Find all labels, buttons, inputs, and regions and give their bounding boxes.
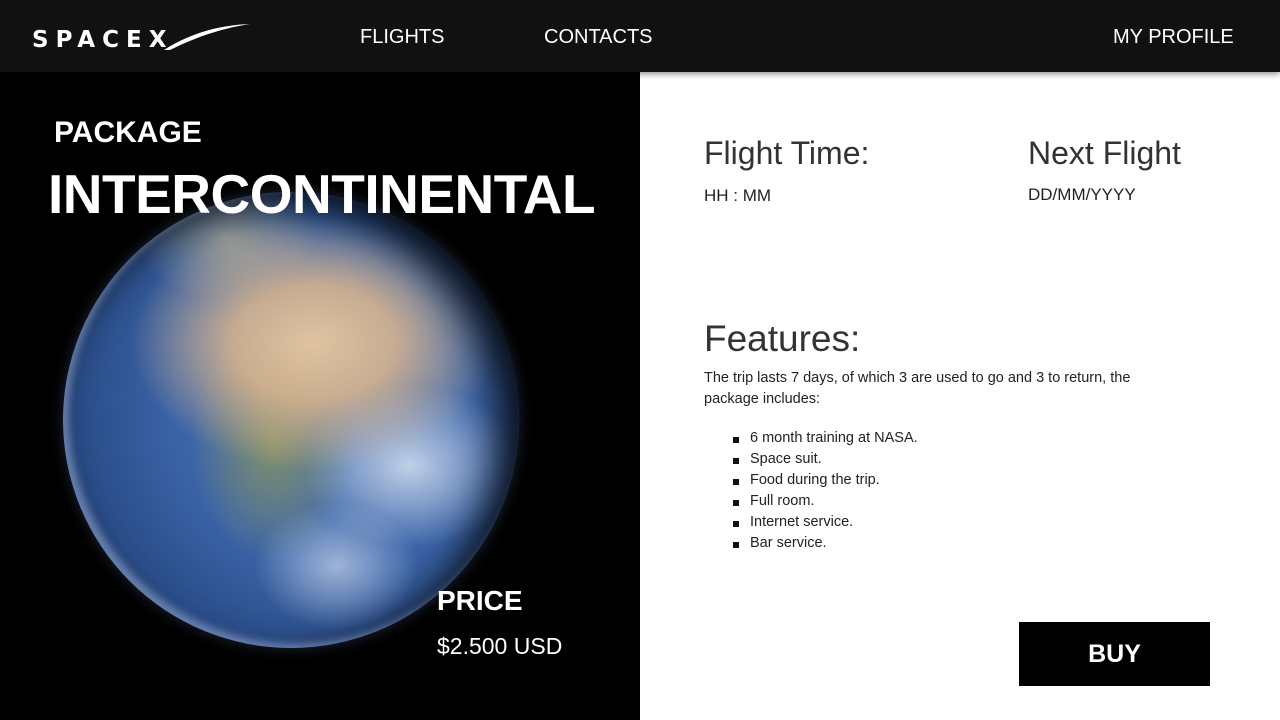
package-details-panel: Flight Time: HH : MM Next Flight DD/MM/Y…: [640, 72, 1280, 720]
price-label: PRICE: [437, 585, 523, 616]
package-hero-panel: PACKAGE INTERCONTINENTAL PRICE $2.500 US…: [0, 72, 640, 720]
flight-time-heading: Flight Time:: [704, 135, 870, 171]
nav-contacts-link[interactable]: CONTACTS: [544, 25, 653, 49]
earth-rim-glow: [63, 192, 519, 648]
feature-item: Space suit.: [732, 449, 918, 470]
package-label: PACKAGE: [54, 116, 202, 149]
feature-item: Full room.: [732, 491, 918, 512]
features-list: 6 month training at NASA. Space suit. Fo…: [732, 428, 918, 554]
flight-time-value: HH : MM: [704, 186, 772, 205]
price-value: $2.500 USD: [437, 633, 563, 659]
feature-item: 6 month training at NASA.: [732, 428, 918, 449]
spacex-logo[interactable]: SPACEX: [32, 22, 252, 54]
package-name: INTERCONTINENTAL: [48, 163, 596, 225]
features-heading: Features:: [704, 318, 861, 359]
nav-flights-link[interactable]: FLIGHTS: [360, 25, 444, 49]
features-description: The trip lasts 7 days, of which 3 are us…: [704, 370, 1131, 407]
nav-my-profile-link[interactable]: MY PROFILE: [1113, 25, 1234, 49]
next-flight-heading: Next Flight: [1028, 135, 1181, 171]
feature-item: Bar service.: [732, 533, 918, 554]
next-flight-value: DD/MM/YYYY: [1028, 185, 1136, 204]
feature-item: Food during the trip.: [732, 470, 918, 491]
buy-button[interactable]: BUY: [1019, 622, 1210, 686]
logo-wordmark: SPACEX: [32, 27, 174, 53]
logo-swoosh-icon: [164, 24, 250, 50]
top-navigation-bar: SPACEX FLIGHTS CONTACTS MY PROFILE: [0, 0, 1280, 72]
feature-item: Internet service.: [732, 512, 918, 533]
